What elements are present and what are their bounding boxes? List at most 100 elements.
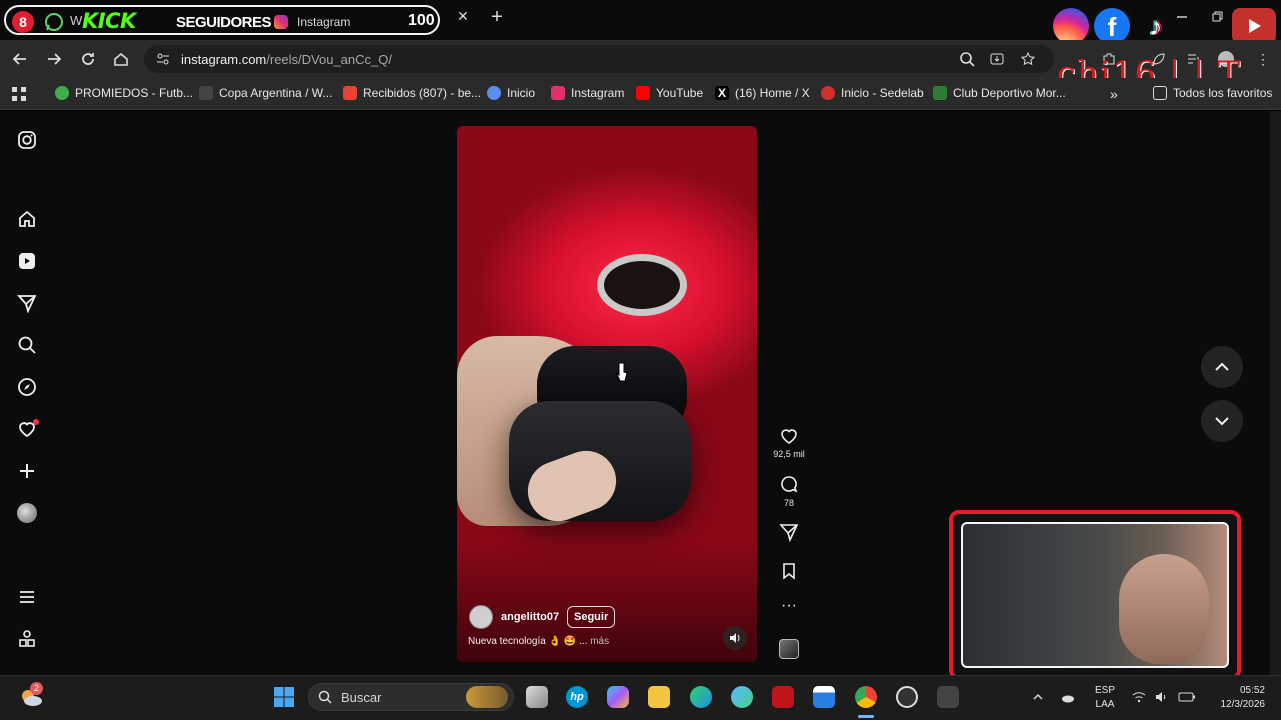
url-text[interactable]: instagram.com/reels/DVou_anCc_Q/ — [181, 52, 392, 67]
weather-app-icon[interactable] — [731, 686, 753, 708]
minimize-icon[interactable] — [1175, 10, 1189, 24]
mouse-cursor-icon — [615, 362, 628, 382]
explore-icon[interactable] — [17, 377, 37, 397]
create-icon[interactable] — [17, 461, 37, 481]
whatsapp-icon — [45, 13, 63, 31]
bookmark-instagram[interactable]: Instagram — [551, 86, 624, 100]
taskbar-search-icon — [318, 690, 332, 704]
hp-app-icon[interactable]: hp — [566, 686, 588, 708]
more-apps-icon[interactable] — [17, 629, 37, 649]
site-info-icon[interactable] — [156, 52, 170, 66]
club-favicon-icon — [933, 86, 947, 100]
copa-favicon-icon — [199, 86, 213, 100]
copilot-icon[interactable] — [607, 686, 629, 708]
mcafee-icon[interactable] — [772, 686, 794, 708]
install-app-icon[interactable] — [989, 51, 1005, 67]
wifi-icon[interactable] — [1132, 690, 1146, 704]
bookmark-label: Instagram — [571, 86, 625, 100]
tab-title[interactable]: Instagram — [297, 15, 350, 29]
tab-audio-icon[interactable] — [438, 16, 440, 30]
volume-icon[interactable] — [723, 626, 747, 650]
reel-caption[interactable]: Nueva tecnología 👌 🤩 ... más — [468, 636, 609, 647]
bookmark-club-deportivo[interactable]: Club Deportivo Mor... — [933, 86, 1066, 100]
bookmark-label: Club Deportivo Mor... — [953, 86, 1066, 100]
home-icon[interactable] — [17, 209, 37, 229]
all-bookmarks-folder[interactable]: Todos los favoritos — [1153, 86, 1272, 100]
language-indicator[interactable]: ESP LAA — [1093, 684, 1117, 712]
messages-icon[interactable] — [17, 293, 37, 313]
all-bookmarks-label: Todos los favoritos — [1173, 86, 1273, 100]
bookmark-copa-argentina[interactable]: Copa Argentina / W... — [199, 86, 332, 100]
chrome-icon[interactable] — [855, 686, 877, 708]
instagram-favicon-icon — [274, 15, 288, 29]
windows-taskbar — [0, 675, 1281, 720]
battery-icon[interactable] — [1178, 690, 1196, 704]
new-tab-button[interactable]: + — [488, 7, 506, 27]
reel-author-avatar[interactable] — [469, 605, 493, 629]
sedelab-favicon-icon — [821, 86, 835, 100]
follow-button[interactable]: Seguir — [567, 606, 616, 628]
reel-tank-cap — [597, 254, 687, 316]
taskbar-search-placeholder: Buscar — [341, 690, 382, 705]
edge-icon[interactable] — [690, 686, 712, 708]
menu-icon[interactable] — [17, 587, 37, 607]
previous-reel-button[interactable] — [1201, 346, 1243, 388]
bookmark-x[interactable]: X (16) Home / X — [715, 86, 810, 100]
bookmark-label: (16) Home / X — [735, 86, 810, 100]
original-audio-thumbnail[interactable] — [779, 639, 799, 659]
save-bookmark-icon[interactable] — [779, 561, 799, 581]
forward-arrow-icon[interactable] — [45, 50, 63, 68]
share-icon[interactable] — [779, 522, 799, 542]
folder-icon — [1153, 86, 1167, 100]
more-options-icon[interactable]: ··· — [779, 598, 799, 618]
webcam-overlay — [949, 510, 1241, 680]
bookmark-star-icon[interactable] — [1020, 51, 1036, 67]
stream-overlay-banner: 8 W KICK SEGUIDORES Instagram 100 — [4, 5, 440, 35]
reel-video[interactable]: angelitto07 Seguir Nueva tecnología 👌 🤩 … — [457, 126, 757, 662]
more-bookmarks-chevron-icon[interactable]: » — [1110, 86, 1118, 102]
store-icon[interactable] — [813, 686, 835, 708]
apps-grid-icon[interactable] — [11, 86, 27, 102]
page-scrollbar[interactable] — [1270, 111, 1281, 675]
reload-icon[interactable] — [79, 50, 97, 68]
inicio-favicon-icon — [487, 86, 501, 100]
tray-chevron-up-icon[interactable] — [1031, 690, 1045, 704]
bookmark-inicio[interactable]: Inicio — [487, 86, 535, 100]
active-app-indicator — [858, 715, 874, 718]
volume-tray-icon[interactable] — [1154, 690, 1168, 704]
promiedos-favicon-icon — [55, 86, 69, 100]
system-clock[interactable]: 05:52 12/3/2026 — [1207, 684, 1266, 712]
bookmark-youtube[interactable]: YouTube — [636, 86, 703, 100]
clock-time: 05:52 — [1239, 685, 1265, 696]
close-tab-icon[interactable]: ✕ — [456, 9, 470, 23]
windows-start-icon[interactable] — [273, 686, 295, 708]
bookmark-gmail[interactable]: Recibidos (807) - be... — [343, 86, 481, 100]
file-explorer-icon[interactable] — [648, 686, 670, 708]
kebab-menu-icon[interactable]: ⋮ — [1255, 51, 1271, 67]
task-view-icon[interactable] — [526, 686, 548, 708]
reel-caption-text: Nueva tecnología 👌 🤩 ... — [468, 636, 588, 647]
overlay-follower-count: 100 — [408, 12, 435, 29]
profile-avatar-icon[interactable] — [17, 503, 37, 523]
reels-icon[interactable] — [17, 251, 37, 271]
home-browser-icon[interactable] — [112, 50, 130, 68]
bookmark-promiedos[interactable]: PROMIEDOS - Futb... — [55, 86, 193, 100]
onedrive-icon[interactable] — [1061, 690, 1075, 704]
back-arrow-icon[interactable] — [11, 50, 29, 68]
instagram-logo-icon[interactable] — [17, 130, 37, 150]
obs-icon[interactable] — [896, 686, 918, 708]
like-heart-icon[interactable] — [779, 426, 799, 446]
comment-icon[interactable] — [779, 474, 799, 494]
reel-username[interactable]: angelitto07 — [501, 611, 559, 623]
bookmark-sedelab[interactable]: Inicio - Sedelab — [821, 86, 924, 100]
search-icon[interactable] — [17, 335, 37, 355]
restore-window-icon[interactable] — [1210, 10, 1224, 24]
reel-caption-more[interactable]: más — [590, 636, 609, 647]
webcam-feed — [961, 522, 1229, 668]
app-icon[interactable] — [937, 686, 959, 708]
zoom-icon[interactable] — [959, 51, 975, 67]
next-reel-button[interactable] — [1201, 400, 1243, 442]
chevron-up-icon — [1215, 362, 1229, 371]
search-highlight-art — [466, 686, 508, 708]
gmail-icon — [343, 86, 357, 100]
